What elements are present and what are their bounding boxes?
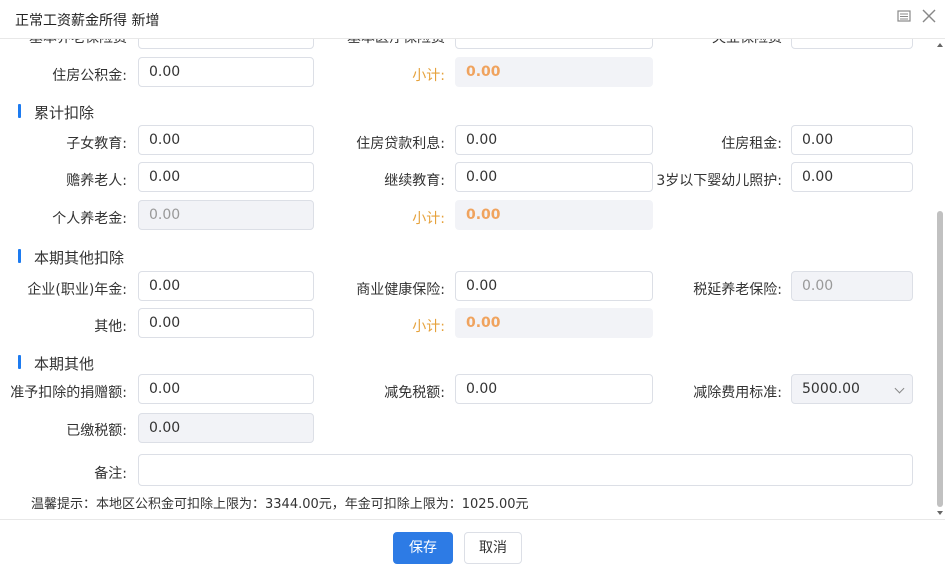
health-insurance-input[interactable]: 0.00 xyxy=(455,271,653,301)
deferred-pension-input: 0.00 xyxy=(791,271,913,301)
infant-care-input[interactable]: 0.00 xyxy=(791,162,913,192)
loan-interest-label: 住房贷款利息: xyxy=(356,136,445,152)
other-deduction-label: 其他: xyxy=(94,319,127,335)
other-deductions-subtotal-value: 0.00 xyxy=(455,308,653,338)
infant-care-label: 3岁以下婴幼儿照护: xyxy=(656,173,782,189)
tax-relief-label: 减免税额: xyxy=(384,385,445,401)
donation-input[interactable]: 0.00 xyxy=(138,374,314,404)
housing-fund-input[interactable]: 0.00 xyxy=(138,57,314,87)
dialog-form-body: 基本养老保险费 基本医疗保险费 失业保险费 住房公积金: 0.00 小计: 0.… xyxy=(0,39,935,519)
dialog-footer: 保存 取消 xyxy=(0,519,945,573)
basic-pension-input[interactable] xyxy=(138,39,314,49)
limit-tip: 温馨提示：本地区公积金可扣除上限为：3344.00元，年金可扣除上限为：1025… xyxy=(31,497,529,512)
dialog-title: 正常工资薪金所得 新增 xyxy=(15,13,160,29)
enterprise-annuity-label: 企业(职业)年金: xyxy=(27,282,127,298)
basic-medical-input[interactable] xyxy=(455,39,653,49)
donation-label: 准予扣除的捐赠额: xyxy=(10,385,127,401)
housing-fund-label: 住房公积金: xyxy=(52,68,127,84)
insurance-subtotal-label: 小计: xyxy=(412,68,445,84)
deferred-pension-label: 税延养老保险: xyxy=(693,282,782,298)
continuing-education-label: 继续教育: xyxy=(384,173,445,189)
paid-tax-input: 0.00 xyxy=(138,413,314,443)
unemployment-input[interactable] xyxy=(791,39,913,49)
dialog-titlebar: 正常工资薪金所得 新增 xyxy=(0,0,945,39)
housing-rent-input[interactable]: 0.00 xyxy=(791,125,913,155)
basic-pension-label: 基本养老保险费 xyxy=(29,39,127,47)
health-insurance-label: 商业健康保险: xyxy=(356,282,445,298)
housing-rent-label: 住房租金: xyxy=(721,136,782,152)
close-icon[interactable] xyxy=(921,9,937,25)
scroll-up-arrow-icon[interactable] xyxy=(937,43,943,47)
deduction-standard-value: 5000.00 xyxy=(802,381,860,397)
remark-label: 备注: xyxy=(94,466,127,482)
deduction-standard-select[interactable]: 5000.00 xyxy=(791,374,913,404)
loan-interest-input[interactable]: 0.00 xyxy=(455,125,653,155)
children-education-label: 子女教育: xyxy=(66,136,127,152)
deduction-standard-label: 减除费用标准: xyxy=(693,385,782,401)
basic-medical-label: 基本医疗保险费 xyxy=(347,39,445,47)
scrollbar-thumb[interactable] xyxy=(937,211,943,507)
elderly-support-label: 赡养老人: xyxy=(66,173,127,189)
personal-pension-input: 0.00 xyxy=(138,200,314,230)
scroll-down-arrow-icon[interactable] xyxy=(937,511,943,515)
section-title: 本期其他 xyxy=(34,355,95,373)
save-button[interactable]: 保存 xyxy=(393,532,453,564)
continuing-education-input[interactable]: 0.00 xyxy=(455,162,653,192)
section-marker xyxy=(18,249,21,263)
restore-window-icon[interactable] xyxy=(896,9,912,25)
vertical-scrollbar[interactable] xyxy=(935,39,945,519)
section-title: 累计扣除 xyxy=(34,104,95,122)
cumulative-subtotal-value: 0.00 xyxy=(455,200,653,230)
section-marker xyxy=(18,355,21,369)
cancel-button[interactable]: 取消 xyxy=(464,532,522,564)
other-deductions-subtotal-label: 小计: xyxy=(412,319,445,335)
unemployment-label: 失业保险费 xyxy=(712,39,782,47)
paid-tax-label: 已缴税额: xyxy=(66,423,127,439)
section-marker xyxy=(18,104,21,118)
insurance-subtotal-value: 0.00 xyxy=(455,57,653,87)
elderly-support-input[interactable]: 0.00 xyxy=(138,162,314,192)
children-education-input[interactable]: 0.00 xyxy=(138,125,314,155)
personal-pension-label: 个人养老金: xyxy=(52,211,127,227)
tax-relief-input[interactable]: 0.00 xyxy=(455,374,653,404)
chevron-down-icon xyxy=(894,383,905,394)
enterprise-annuity-input[interactable]: 0.00 xyxy=(138,271,314,301)
cumulative-subtotal-label: 小计: xyxy=(412,211,445,227)
other-deduction-input[interactable]: 0.00 xyxy=(138,308,314,338)
section-title: 本期其他扣除 xyxy=(34,249,125,267)
remark-input[interactable] xyxy=(138,454,913,486)
